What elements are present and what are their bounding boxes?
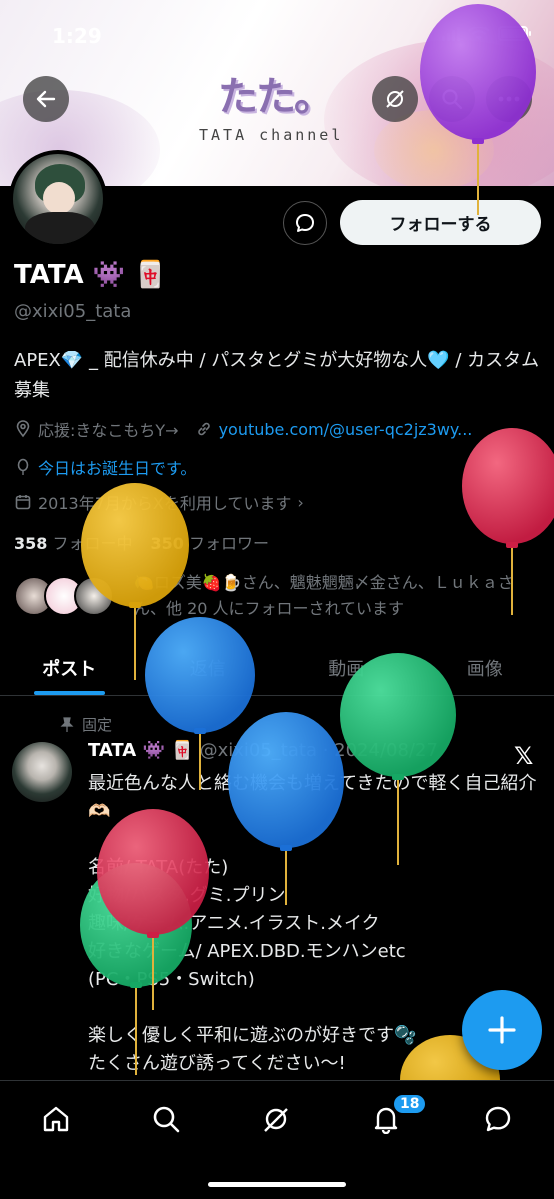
compose-button[interactable] [462,990,542,1070]
more-button[interactable] [486,76,532,122]
chevron-right-icon: › [297,492,304,512]
post-line: 好きなゲーム/ APEX.DBD.モンハンetc [88,941,406,962]
grok-icon [264,1108,288,1132]
post-handle-date: @xixi05_tata · 2024/08/27 [199,740,438,761]
tab-videos[interactable]: 動画 [277,640,416,695]
post-line: 名前/ TATA(たた) [88,857,229,878]
chat-bubble-icon [296,214,314,232]
home-icon [43,1106,69,1132]
signal-icon [442,26,460,41]
meta-joined-row[interactable]: 2013年7月からXを利用しています › [14,490,304,514]
post-avatar[interactable] [12,742,72,802]
plus-icon [488,1016,516,1044]
profile-bio: APEX💎 _ 配信休み中 / パスタとグミが大好物な人🩵 / カスタム募集 [14,350,540,401]
nav-messages[interactable] [478,1099,518,1139]
profile-tabs: ポスト 返信 動画 画像 [0,640,554,696]
profile-link[interactable]: youtube.com/@user-qc2jz3wy... [219,420,473,439]
profile-avatar[interactable] [9,150,107,248]
search-button[interactable] [429,76,475,122]
post-header: TATA 👾 🀄 @xixi05_tata · 2024/08/27 [88,740,438,761]
profile-birthday: 今日はお誕生日です。 [38,459,197,478]
grok-icon [386,90,404,108]
followers-stat[interactable]: 350 フォロワー [151,530,270,554]
tab-posts[interactable]: ポスト [0,640,139,695]
search-icon [153,1106,180,1133]
balloon-icon [17,458,29,475]
battery-icon [498,26,531,41]
following-stat[interactable]: 358 フォロー中 [14,530,133,554]
back-button[interactable] [23,76,69,122]
status-time: 1:29 [52,24,102,48]
post-line: 趣味/ゲーム.アニメ.イラスト.メイク [88,913,380,934]
home-indicator [208,1182,346,1187]
tab-replies[interactable]: 返信 [139,640,278,695]
more-icon [498,96,520,102]
follow-stats: 358 フォロー中 350 フォロワー [14,530,269,554]
grok-button[interactable] [372,76,418,122]
banner-logo: たた。 [218,74,334,120]
post-line: (PC・PS5・Switch) [88,969,255,990]
meta-birthday-row: 今日はお誕生日です。 [14,455,196,479]
banner-subtitle: TATA channel [199,126,344,144]
pinned-label: 固定 [82,716,113,734]
profile-joined: 2013年7月からXを利用しています [38,494,292,513]
nav-grok[interactable] [256,1099,296,1139]
followed-by-text[interactable]: 🍋ロズ美🍓🍺さん、魑魅魍魎〆金さん、Ｌｕｋａさん、他 20 人にフォローされてい… [134,570,534,622]
tab-images[interactable]: 画像 [416,640,554,695]
pin-icon [60,716,74,732]
x-logo-icon: 𝕏 [514,742,534,770]
search-icon [442,89,463,110]
nav-search[interactable] [146,1099,186,1139]
meta-location-link-row: 応援:きなこもちY→ youtube.com/@user-qc2jz3wy... [14,417,472,441]
user-handle: @xixi05_tata [14,301,132,322]
avatar [74,576,114,616]
post-line [88,826,538,854]
post-line: 最近色んな人と絡む機会も増えてきたので軽く自己紹介🫶🏻 [88,773,537,822]
status-icons [442,26,531,41]
display-name: TATA 👾 🀄 [14,260,167,290]
message-button[interactable] [283,201,327,245]
arrow-left-icon [36,90,56,108]
link-icon [197,422,210,436]
nav-home[interactable] [36,1099,76,1139]
location-pin-icon [16,420,30,438]
calendar-icon [15,495,31,510]
followed-by-avatars[interactable] [14,576,114,616]
profile-support: 応援:きなこもちY→ [38,421,179,440]
wifi-icon [468,26,490,40]
post-author[interactable]: TATA 👾 🀄 [88,740,194,761]
notification-badge: 18 [392,1093,428,1115]
follow-button[interactable]: フォローする [340,200,541,245]
post-line: 好物/パスタ.グミ.プリン [88,885,286,906]
pinned-indicator: 固定 [60,714,112,735]
chat-bubble-icon [485,1106,511,1132]
